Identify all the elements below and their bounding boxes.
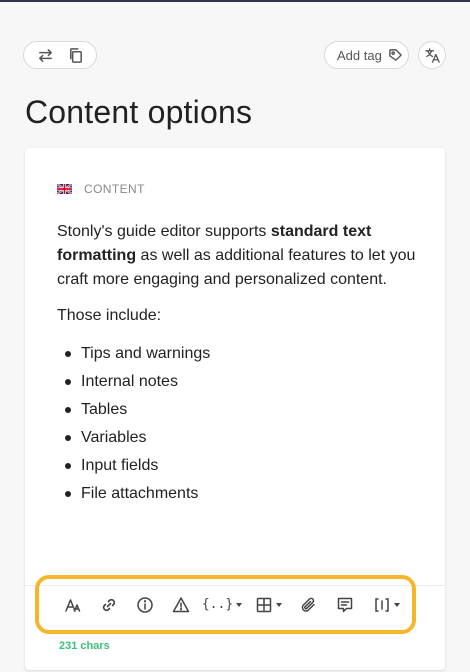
input-field-icon — [374, 597, 389, 612]
swap-arrows-icon — [38, 48, 52, 62]
list-item: Input fields — [65, 452, 417, 480]
duplicate-button[interactable] — [63, 43, 87, 67]
paperclip-icon — [301, 597, 315, 612]
feature-list: Tips and warnings Internal notes Tables … — [57, 340, 417, 508]
link-button[interactable] — [91, 591, 127, 619]
tag-icon — [389, 48, 402, 61]
uk-flag-icon — [57, 184, 72, 194]
translate-button[interactable] — [418, 41, 446, 69]
list-item: File attachments — [65, 480, 417, 508]
copy-icon — [69, 47, 82, 63]
attachment-button[interactable] — [291, 591, 327, 619]
content-card: CONTENT Stonly's guide editor supports s… — [25, 148, 445, 670]
formatting-toolbar: {..} — [35, 575, 416, 634]
editor-body[interactable]: Stonly's guide editor supports standard … — [57, 220, 417, 508]
input-field-dropdown[interactable] — [363, 591, 409, 619]
variables-icon: {..} — [201, 597, 234, 612]
editor-actions-group — [23, 41, 97, 69]
chevron-down-icon — [275, 602, 282, 607]
list-item: Internal notes — [65, 368, 417, 396]
list-intro: Those include: — [57, 307, 162, 324]
text-size-icon — [65, 598, 81, 612]
content-header: CONTENT — [57, 182, 145, 196]
internal-note-button[interactable] — [327, 591, 363, 619]
add-tag-label: Add tag — [337, 47, 382, 63]
table-icon — [256, 597, 271, 612]
info-icon — [137, 596, 153, 613]
chevron-down-icon — [236, 602, 243, 607]
list-item: Variables — [65, 424, 417, 452]
warning-icon — [172, 596, 190, 612]
top-border — [0, 0, 470, 2]
add-tag-button[interactable]: Add tag — [324, 41, 409, 69]
text-format-button[interactable] — [55, 591, 91, 619]
table-dropdown[interactable] — [245, 591, 291, 619]
tip-button[interactable] — [127, 591, 163, 619]
swap-button[interactable] — [33, 43, 57, 67]
chevron-down-icon — [393, 602, 400, 607]
variables-dropdown[interactable]: {..} — [199, 591, 245, 619]
link-icon — [102, 598, 116, 611]
content-section-label: CONTENT — [84, 182, 145, 196]
list-item: Tips and warnings — [65, 340, 417, 368]
warning-button[interactable] — [163, 591, 199, 619]
char-count: 231 chars — [59, 640, 110, 652]
list-item: Tables — [65, 396, 417, 424]
translate-icon — [424, 47, 440, 63]
intro-paragraph: Stonly's guide editor supports standard … — [57, 223, 416, 288]
note-icon — [337, 597, 353, 612]
page-title: Content options — [25, 94, 253, 130]
